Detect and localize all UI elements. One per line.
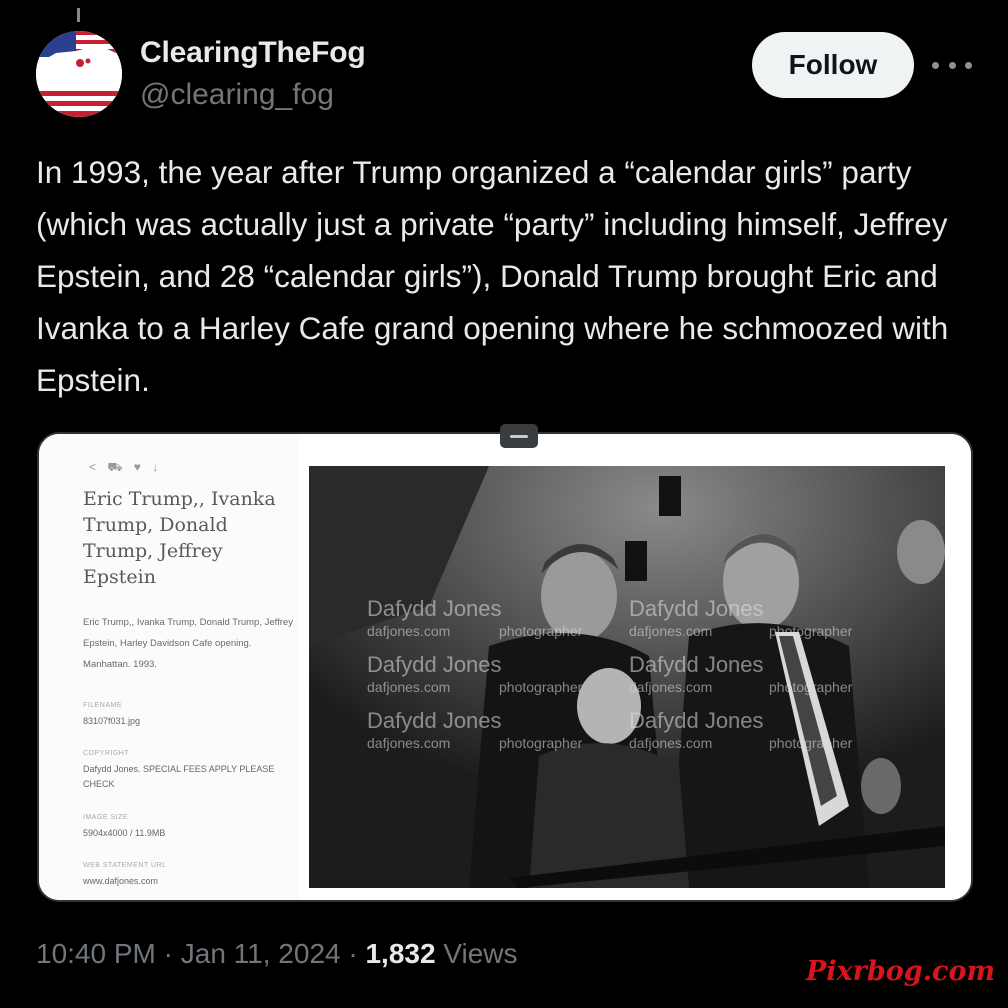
site-watermark: Pixrbog.com <box>806 956 996 987</box>
photo-title: Eric Trump,, Ivanka Trump, Donald Trump,… <box>83 488 276 588</box>
photo-frame: Dafydd Jones dafjones.com photographer D… <box>299 434 971 900</box>
follow-button[interactable]: Follow <box>752 32 914 98</box>
svg-text:Dafydd Jones: Dafydd Jones <box>629 708 764 733</box>
svg-text:dafjones.com: dafjones.com <box>367 623 450 639</box>
svg-text:Dafydd Jones: Dafydd Jones <box>367 652 502 677</box>
tweet-date[interactable]: Jan 11, 2024 <box>181 938 341 969</box>
separator-dot: · <box>348 938 366 969</box>
image-size-label: IMAGE SIZE <box>83 814 129 821</box>
photo-info-panel: < ⛟ ♥ ↓ Eric Trump,, Ivanka Trump, Donal… <box>39 434 297 900</box>
author-handle[interactable]: @clearing_fog <box>140 78 334 112</box>
svg-text:dafjones.com: dafjones.com <box>629 679 712 695</box>
tweet-time[interactable]: 10:40 PM <box>36 938 156 969</box>
svg-text:photographer: photographer <box>499 623 583 639</box>
web-url-value: www.dafjones.com <box>83 876 159 886</box>
copyright-label: COPYRIGHT <box>83 750 130 757</box>
tweet-media[interactable]: < ⛟ ♥ ↓ Eric Trump,, Ivanka Trump, Donal… <box>37 432 973 902</box>
tweet-page: ClearingTheFog @clearing_fog Follow In 1… <box>0 0 1008 1008</box>
image-size-value: 5904x4000 / 11.9MB <box>83 828 166 838</box>
more-dots-icon[interactable] <box>932 50 972 80</box>
svg-text:Dafydd Jones: Dafydd Jones <box>629 652 764 677</box>
svg-text:photographer: photographer <box>499 679 583 695</box>
views-count: 1,832 <box>365 938 436 969</box>
filename-label: FILENAME <box>83 702 123 709</box>
svg-text:dafjones.com: dafjones.com <box>367 679 450 695</box>
svg-text:Dafydd Jones: Dafydd Jones <box>367 596 502 621</box>
separator-dot: · <box>163 938 181 969</box>
drag-indicator <box>77 8 80 22</box>
svg-text:photographer: photographer <box>769 735 853 751</box>
filename-value: 83107f031.jpg <box>83 716 141 726</box>
share-actions-icon: < ⛟ ♥ ↓ <box>89 460 163 474</box>
copyright-value: Dafydd Jones. SPECIAL FEES APPLY PLEASE … <box>83 764 275 789</box>
tweet-timestamp: 10:40 PM · Jan 11, 2024 · 1,832 Views <box>36 938 518 970</box>
black-white-photo: Dafydd Jones dafjones.com photographer D… <box>309 466 945 888</box>
svg-text:dafjones.com: dafjones.com <box>629 623 712 639</box>
media-expand-handle[interactable] <box>500 424 538 448</box>
svg-text:photographer: photographer <box>769 679 853 695</box>
svg-text:photographer: photographer <box>769 623 853 639</box>
flag-map-icon <box>36 31 122 117</box>
photo-caption: Eric Trump,, Ivanka Trump, Donald Trump,… <box>83 617 293 670</box>
web-url-label: WEB STATEMENT URL <box>83 862 167 869</box>
views-label: Views <box>443 938 518 969</box>
svg-text:Dafydd Jones: Dafydd Jones <box>367 708 502 733</box>
svg-text:Dafydd Jones: Dafydd Jones <box>629 596 764 621</box>
svg-text:dafjones.com: dafjones.com <box>629 735 712 751</box>
svg-text:dafjones.com: dafjones.com <box>367 735 450 751</box>
tweet-text: In 1993, the year after Trump organized … <box>36 154 958 398</box>
svg-text:photographer: photographer <box>499 735 583 751</box>
author-display-name[interactable]: ClearingTheFog <box>140 36 366 70</box>
avatar[interactable] <box>36 31 122 117</box>
